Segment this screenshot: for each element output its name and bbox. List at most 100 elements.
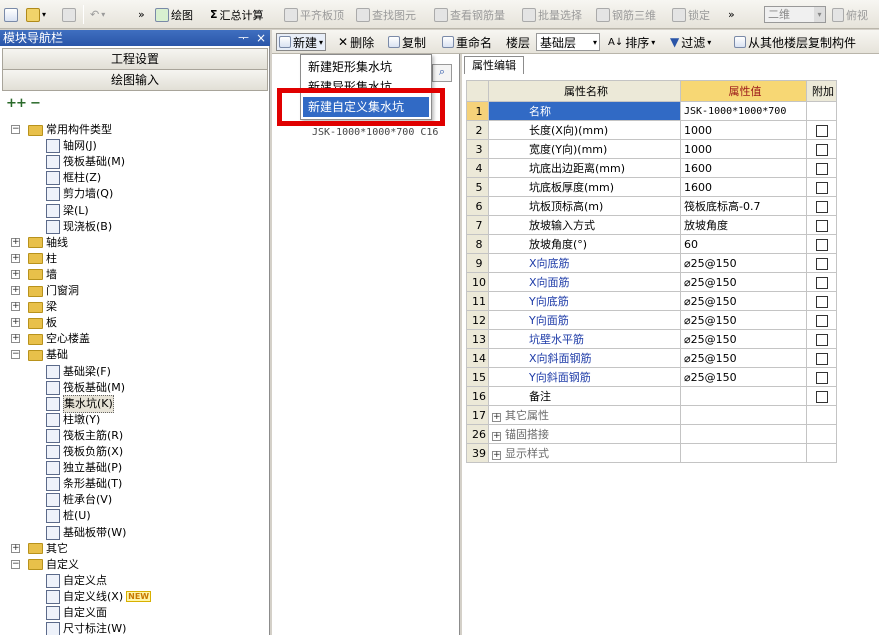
property-row[interactable]: 9 X向底筋 ⌀25@150: [466, 253, 837, 273]
tree-folder[interactable]: + 轴线: [11, 235, 68, 251]
collapse-icon[interactable]: −: [11, 125, 20, 134]
lock-button[interactable]: 锁定: [672, 5, 710, 24]
sort-button[interactable]: A↓ 排序 ▾: [608, 33, 655, 51]
property-row[interactable]: 7 放坡输入方式 放坡角度: [466, 215, 837, 235]
expand-icon[interactable]: +: [11, 302, 20, 312]
extra-cell[interactable]: [806, 291, 837, 311]
extra-checkbox[interactable]: [815, 333, 828, 346]
rebar-3d-button[interactable]: 钢筋三维: [596, 5, 656, 24]
tree-folder[interactable]: + 门窗洞: [11, 283, 79, 299]
extra-cell[interactable]: [806, 120, 837, 140]
property-value[interactable]: 60: [680, 234, 807, 254]
extra-checkbox[interactable]: [815, 219, 828, 232]
extra-checkbox[interactable]: [815, 314, 828, 327]
extra-checkbox[interactable]: [815, 124, 828, 137]
tree-item[interactable]: 自定义线(X) NEW: [46, 589, 152, 605]
expand-icon[interactable]: +: [11, 237, 20, 247]
property-row[interactable]: 1 名称 JSK-1000*1000*700: [466, 101, 837, 121]
extra-checkbox[interactable]: [815, 371, 828, 384]
extra-checkbox[interactable]: [815, 295, 828, 308]
draw-button[interactable]: 绘图: [155, 5, 193, 24]
save-icon[interactable]: [62, 5, 76, 24]
property-value[interactable]: 1600: [680, 158, 807, 178]
search-icon[interactable]: ⌕: [432, 64, 452, 82]
tree-folder[interactable]: + 墙: [11, 267, 57, 283]
tree-item[interactable]: 集水坑(K): [46, 394, 114, 413]
property-value[interactable]: 1600: [680, 177, 807, 197]
open-file-icon[interactable]: ▾: [26, 5, 46, 24]
drawing-input-button[interactable]: 绘图输入: [2, 69, 268, 91]
tree-folder[interactable]: + 柱: [11, 251, 57, 267]
extra-cell[interactable]: [806, 253, 837, 273]
property-group-row[interactable]: 17 + 其它属性: [466, 405, 837, 425]
property-value[interactable]: ⌀25@150: [680, 348, 807, 368]
expand-all-sub-icon[interactable]: +: [16, 96, 27, 111]
extra-checkbox[interactable]: [815, 276, 828, 289]
tree-item[interactable]: 自定义面: [46, 605, 107, 621]
property-row[interactable]: 5 坑底板厚度(mm) 1600: [466, 177, 837, 197]
delete-button[interactable]: ✕ 删除: [338, 33, 374, 51]
tree-folder[interactable]: + 板: [11, 315, 57, 331]
tree-item[interactable]: 基础板带(W): [46, 525, 126, 541]
tree-item[interactable]: 轴网(J): [46, 138, 97, 154]
tree-folder[interactable]: + 梁: [11, 299, 57, 315]
tree-item[interactable]: 柱墩(Y): [46, 412, 100, 428]
property-value[interactable]: ⌀25@150: [680, 310, 807, 330]
tab-property-edit[interactable]: 属性编辑: [464, 56, 524, 74]
extra-cell[interactable]: [806, 272, 837, 292]
extra-checkbox[interactable]: [815, 162, 828, 175]
tree-item[interactable]: 筏板基础(M): [46, 154, 125, 170]
property-row[interactable]: 10 X向面筋 ⌀25@150: [466, 272, 837, 292]
expand-icon[interactable]: +: [492, 413, 501, 422]
tree-item[interactable]: 条形基础(T): [46, 476, 122, 492]
property-row[interactable]: 2 长度(X向)(mm) 1000: [466, 120, 837, 140]
property-row[interactable]: 16 备注: [466, 386, 837, 406]
extra-cell[interactable]: [806, 310, 837, 330]
component-list-item[interactable]: JSK-1000*1000*700 C16: [312, 127, 438, 138]
property-row[interactable]: 15 Y向斜面钢筋 ⌀25@150: [466, 367, 837, 387]
batch-select-button[interactable]: 批量选择: [522, 5, 582, 24]
view-mode-select[interactable]: 二维 ▾: [764, 5, 826, 24]
extra-cell[interactable]: [806, 386, 837, 406]
filter-button[interactable]: ▼ 过滤 ▾: [670, 33, 711, 51]
property-value[interactable]: 筏板底标高-0.7: [680, 196, 807, 216]
expand-icon[interactable]: +: [11, 253, 20, 263]
extra-cell[interactable]: [806, 158, 837, 178]
extra-cell[interactable]: [806, 196, 837, 216]
extra-checkbox[interactable]: [815, 200, 828, 213]
close-icon[interactable]: ×: [256, 30, 266, 46]
flat-button[interactable]: 平齐板顶: [284, 5, 344, 24]
tree-item[interactable]: 筏板主筋(R): [46, 428, 123, 444]
undo-icon[interactable]: ↶ ▾: [90, 5, 105, 24]
copy-button[interactable]: 复制: [388, 33, 426, 51]
tree-item[interactable]: 桩承台(V): [46, 492, 112, 508]
property-value[interactable]: ⌀25@150: [680, 272, 807, 292]
extra-cell[interactable]: [806, 348, 837, 368]
property-value[interactable]: ⌀25@150: [680, 253, 807, 273]
property-group[interactable]: + 锚固搭接: [488, 424, 681, 444]
property-value[interactable]: ⌀25@150: [680, 367, 807, 387]
tree-item[interactable]: 独立基础(P): [46, 460, 122, 476]
extra-cell[interactable]: [806, 329, 837, 349]
tree-folder[interactable]: − 常用构件类型: [11, 122, 112, 138]
property-row[interactable]: 14 X向斜面钢筋 ⌀25@150: [466, 348, 837, 368]
floor-select[interactable]: 基础层 ▾: [536, 33, 600, 51]
tree-folder[interactable]: + 其它: [11, 541, 68, 557]
expand-icon[interactable]: +: [11, 318, 20, 328]
toolbar-overflow-icon[interactable]: »: [138, 5, 145, 24]
menu-new-rect-sump[interactable]: 新建矩形集水坑: [303, 57, 429, 77]
project-settings-button[interactable]: 工程设置: [2, 48, 268, 70]
extra-cell[interactable]: [806, 215, 837, 235]
property-value[interactable]: 1000: [680, 120, 807, 140]
rename-button[interactable]: 重命名: [442, 33, 492, 51]
pin-icon[interactable]: ᅮ: [238, 30, 249, 46]
property-group[interactable]: + 显示样式: [488, 443, 681, 463]
extra-checkbox[interactable]: [815, 238, 828, 251]
view-rebar-button[interactable]: 查看钢筋量: [434, 5, 505, 24]
property-row[interactable]: 4 坑底出边距离(mm) 1600: [466, 158, 837, 178]
extra-checkbox[interactable]: [815, 390, 828, 403]
property-value[interactable]: [680, 386, 807, 406]
extra-checkbox[interactable]: [815, 257, 828, 270]
tree-item[interactable]: 现浇板(B): [46, 219, 112, 235]
extra-cell[interactable]: [806, 367, 837, 387]
